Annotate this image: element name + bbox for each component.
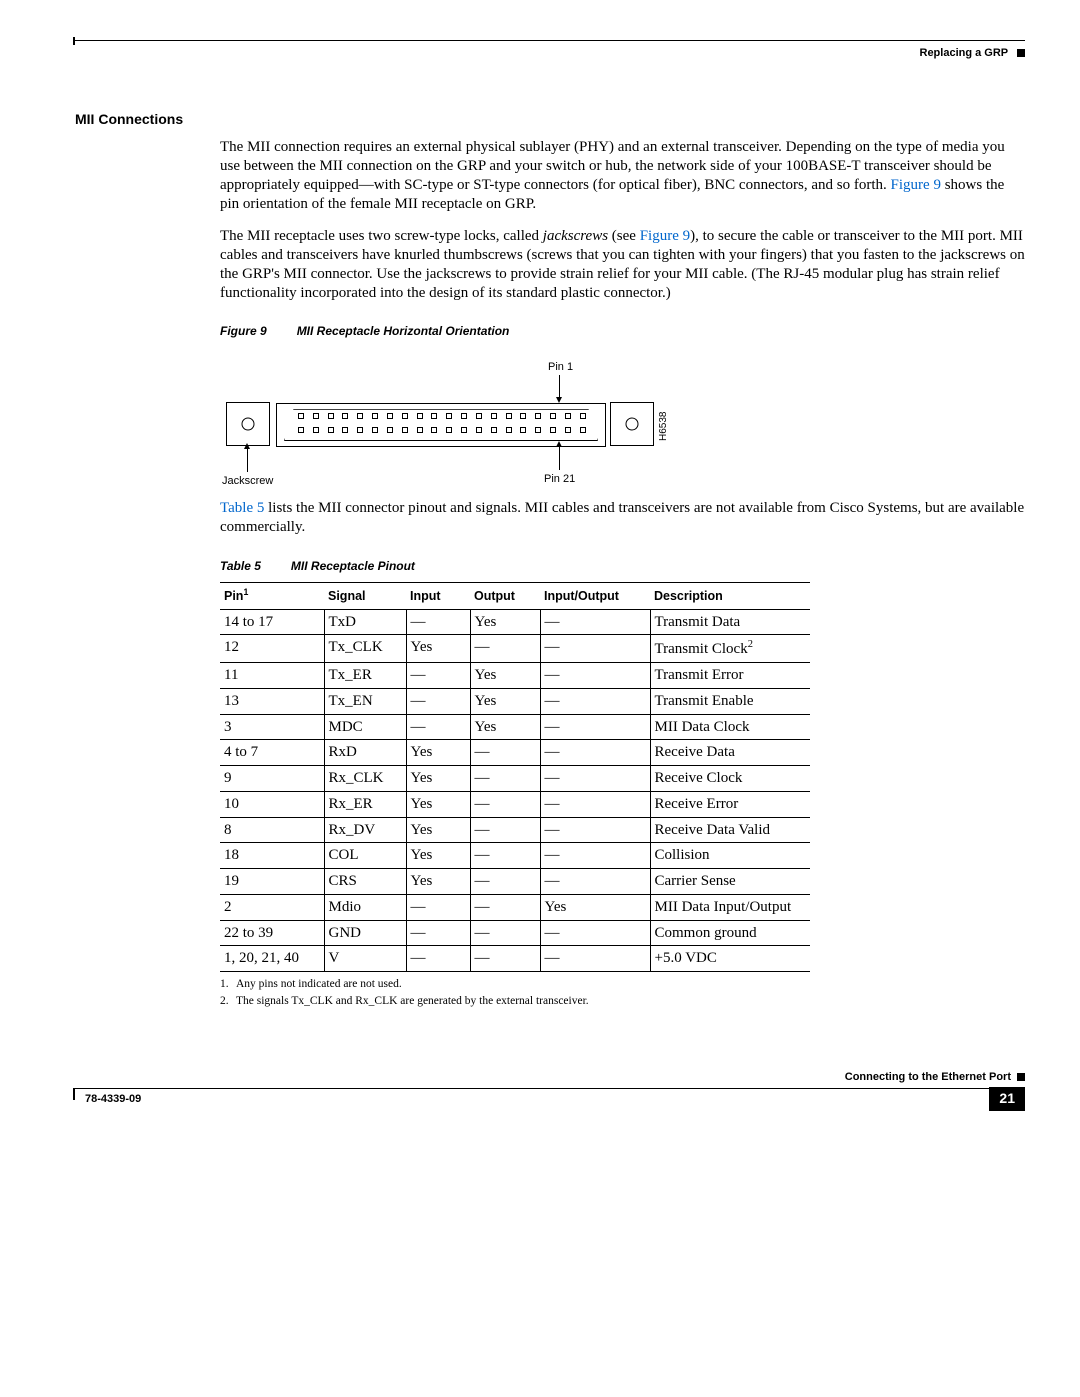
section-title: MII Connections <box>75 111 1025 129</box>
table-row: 10Rx_ERYes——Receive Error <box>220 791 810 817</box>
pinout-table: Pin1 Signal Input Output Input/Output De… <box>220 582 810 972</box>
pin-row-bottom <box>298 427 586 433</box>
table-row: 9Rx_CLKYes——Receive Clock <box>220 766 810 792</box>
th-signal: Signal <box>324 582 406 609</box>
pin1-label: Pin 1 <box>548 361 573 375</box>
paragraph-2: The MII receptacle uses two screw-type l… <box>220 227 1025 302</box>
jackscrew-left-icon <box>226 402 270 446</box>
figure-label: Figure 9 <box>220 324 267 338</box>
pin1-leader <box>559 375 560 399</box>
figure-9-link[interactable]: Figure 9 <box>891 177 941 193</box>
footnote-1: Any pins not indicated are not used. <box>236 978 402 990</box>
para2a: The MII receptacle uses two screw-type l… <box>220 228 543 244</box>
table-caption: Table 5 MII Receptacle Pinout <box>220 559 1025 574</box>
header-chapter-text: Replacing a GRP <box>920 47 1008 59</box>
table-row: 18COLYes——Collision <box>220 843 810 869</box>
para2b: (see <box>608 228 640 244</box>
figure-caption: Figure 9 MII Receptacle Horizontal Orient… <box>220 324 1025 339</box>
table-body: 14 to 17TxD—Yes—Transmit Data12Tx_CLKYes… <box>220 609 810 972</box>
th-pin: Pin1 <box>220 582 324 609</box>
table-row: 12Tx_CLKYes——Transmit Clock2 <box>220 635 810 663</box>
mii-receptacle-diagram: Pin 1 Jackscrew Pin 21 H6538 <box>220 349 660 499</box>
table-header-row: Pin1 Signal Input Output Input/Output De… <box>220 582 810 609</box>
table-title: MII Receptacle Pinout <box>291 559 415 573</box>
th-io: Input/Output <box>540 582 650 609</box>
th-input: Input <box>406 582 470 609</box>
th-output: Output <box>470 582 540 609</box>
table-row: 8Rx_DVYes——Receive Data Valid <box>220 817 810 843</box>
para1a: The MII connection requires an external … <box>220 139 1005 193</box>
footer-section-label: Connecting to the Ethernet Port <box>75 1071 1025 1085</box>
top-rule <box>75 40 1025 41</box>
jackscrew-leader <box>247 448 248 472</box>
pin21-leader <box>559 446 560 470</box>
jackscrew-label: Jackscrew <box>222 475 273 489</box>
doc-number: 78-4339-09 <box>85 1093 141 1107</box>
page-number: 21 <box>989 1087 1025 1111</box>
th-desc: Description <box>650 582 810 609</box>
pin21-label: Pin 21 <box>544 473 575 487</box>
table-row: 13Tx_EN—Yes—Transmit Enable <box>220 688 810 714</box>
paragraph-3: Table 5 lists the MII connector pinout a… <box>220 499 1025 537</box>
jackscrews-emph: jackscrews <box>543 228 608 244</box>
table-row: 11Tx_ER—Yes—Transmit Error <box>220 663 810 689</box>
table-row: 2Mdio——YesMII Data Input/Output <box>220 894 810 920</box>
table-row: 3MDC—Yes—MII Data Clock <box>220 714 810 740</box>
square-icon <box>1017 49 1025 57</box>
table-row: 22 to 39GND———Common ground <box>220 920 810 946</box>
table-row: 1, 20, 21, 40V———+5.0 VDC <box>220 946 810 972</box>
table-row: 19CRSYes——Carrier Sense <box>220 869 810 895</box>
arrow-up-icon <box>244 443 250 449</box>
footnote-2: The signals Tx_CLK and Rx_CLK are genera… <box>236 995 589 1007</box>
figure-9-link-2[interactable]: Figure 9 <box>640 228 690 244</box>
figure-code: H6538 <box>658 412 671 441</box>
table-5-link[interactable]: Table 5 <box>220 500 264 516</box>
pin-row-top <box>298 413 586 419</box>
table-footnotes: 1.Any pins not indicated are not used. 2… <box>220 976 1025 1011</box>
table-row: 14 to 17TxD—Yes—Transmit Data <box>220 609 810 635</box>
jackscrew-right-icon <box>610 402 654 446</box>
paragraph-1: The MII connection requires an external … <box>220 138 1025 213</box>
arrow-up-icon-2 <box>556 441 562 447</box>
para3b: lists the MII connector pinout and signa… <box>220 500 1024 535</box>
table-label: Table 5 <box>220 559 261 573</box>
header-chapter: Replacing a GRP <box>75 47 1025 61</box>
figure-title: MII Receptacle Horizontal Orientation <box>297 324 510 338</box>
square-icon <box>1017 1073 1025 1081</box>
page-footer: Connecting to the Ethernet Port 78-4339-… <box>75 1071 1025 1123</box>
footer-rule: 78-4339-09 21 <box>75 1088 1025 1111</box>
table-row: 4 to 7RxDYes——Receive Data <box>220 740 810 766</box>
